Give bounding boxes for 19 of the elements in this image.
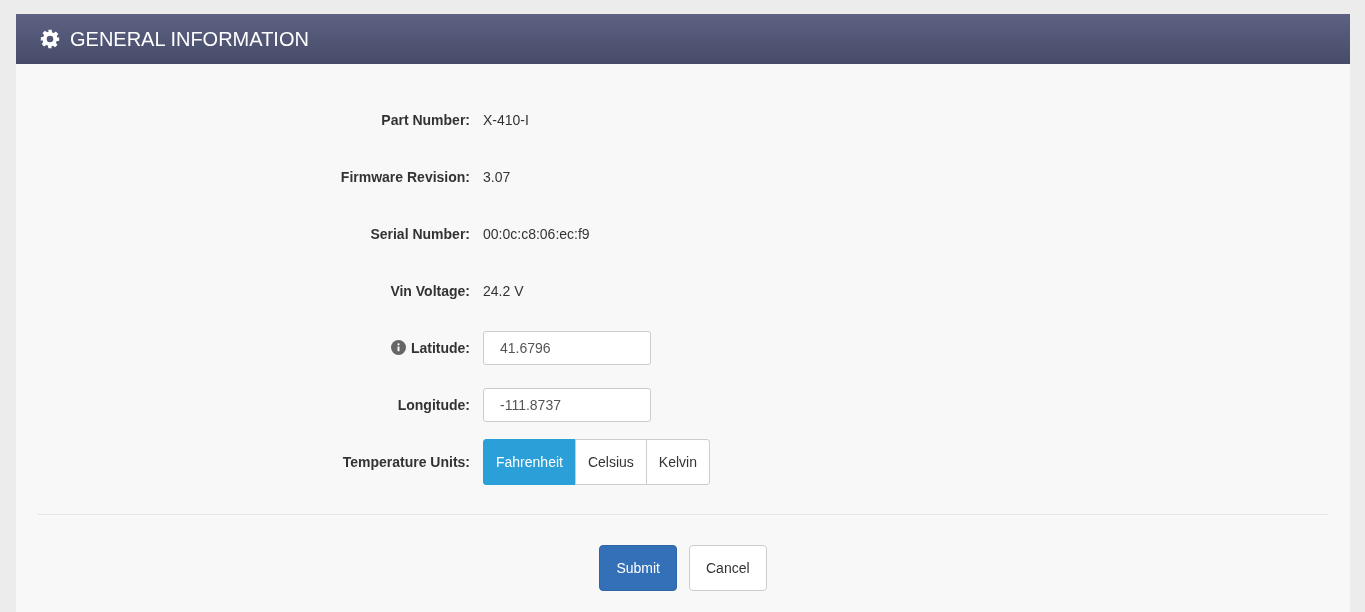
field-label: Longitude: [397, 396, 470, 413]
cancel-button[interactable]: Cancel [689, 545, 767, 591]
input-field[interactable]: 41.6796 [483, 330, 651, 365]
field-label: Latitude: [410, 339, 470, 356]
input-field[interactable]: -111.8737 [483, 387, 651, 422]
field-value: 24.2 V [483, 282, 524, 299]
settings-icon [40, 29, 60, 49]
field-label: Serial Number: [370, 225, 470, 242]
unit-option[interactable]: Celsius [574, 438, 647, 485]
field-label: Vin Voltage: [390, 282, 470, 299]
field-value: 00:0c:c8:06:ec:f9 [483, 225, 590, 242]
unit-option[interactable]: Kelvin [645, 438, 710, 485]
submit-button[interactable]: Submit [599, 545, 677, 591]
field-value: X-410-I [483, 111, 529, 128]
panel-title: GENERAL INFORMATION [70, 27, 309, 51]
field-label: Firmware Revision: [340, 168, 470, 185]
field-label: Part Number: [381, 111, 470, 128]
field-label: Temperature Units: [342, 453, 470, 470]
field-value: 3.07 [483, 168, 511, 185]
